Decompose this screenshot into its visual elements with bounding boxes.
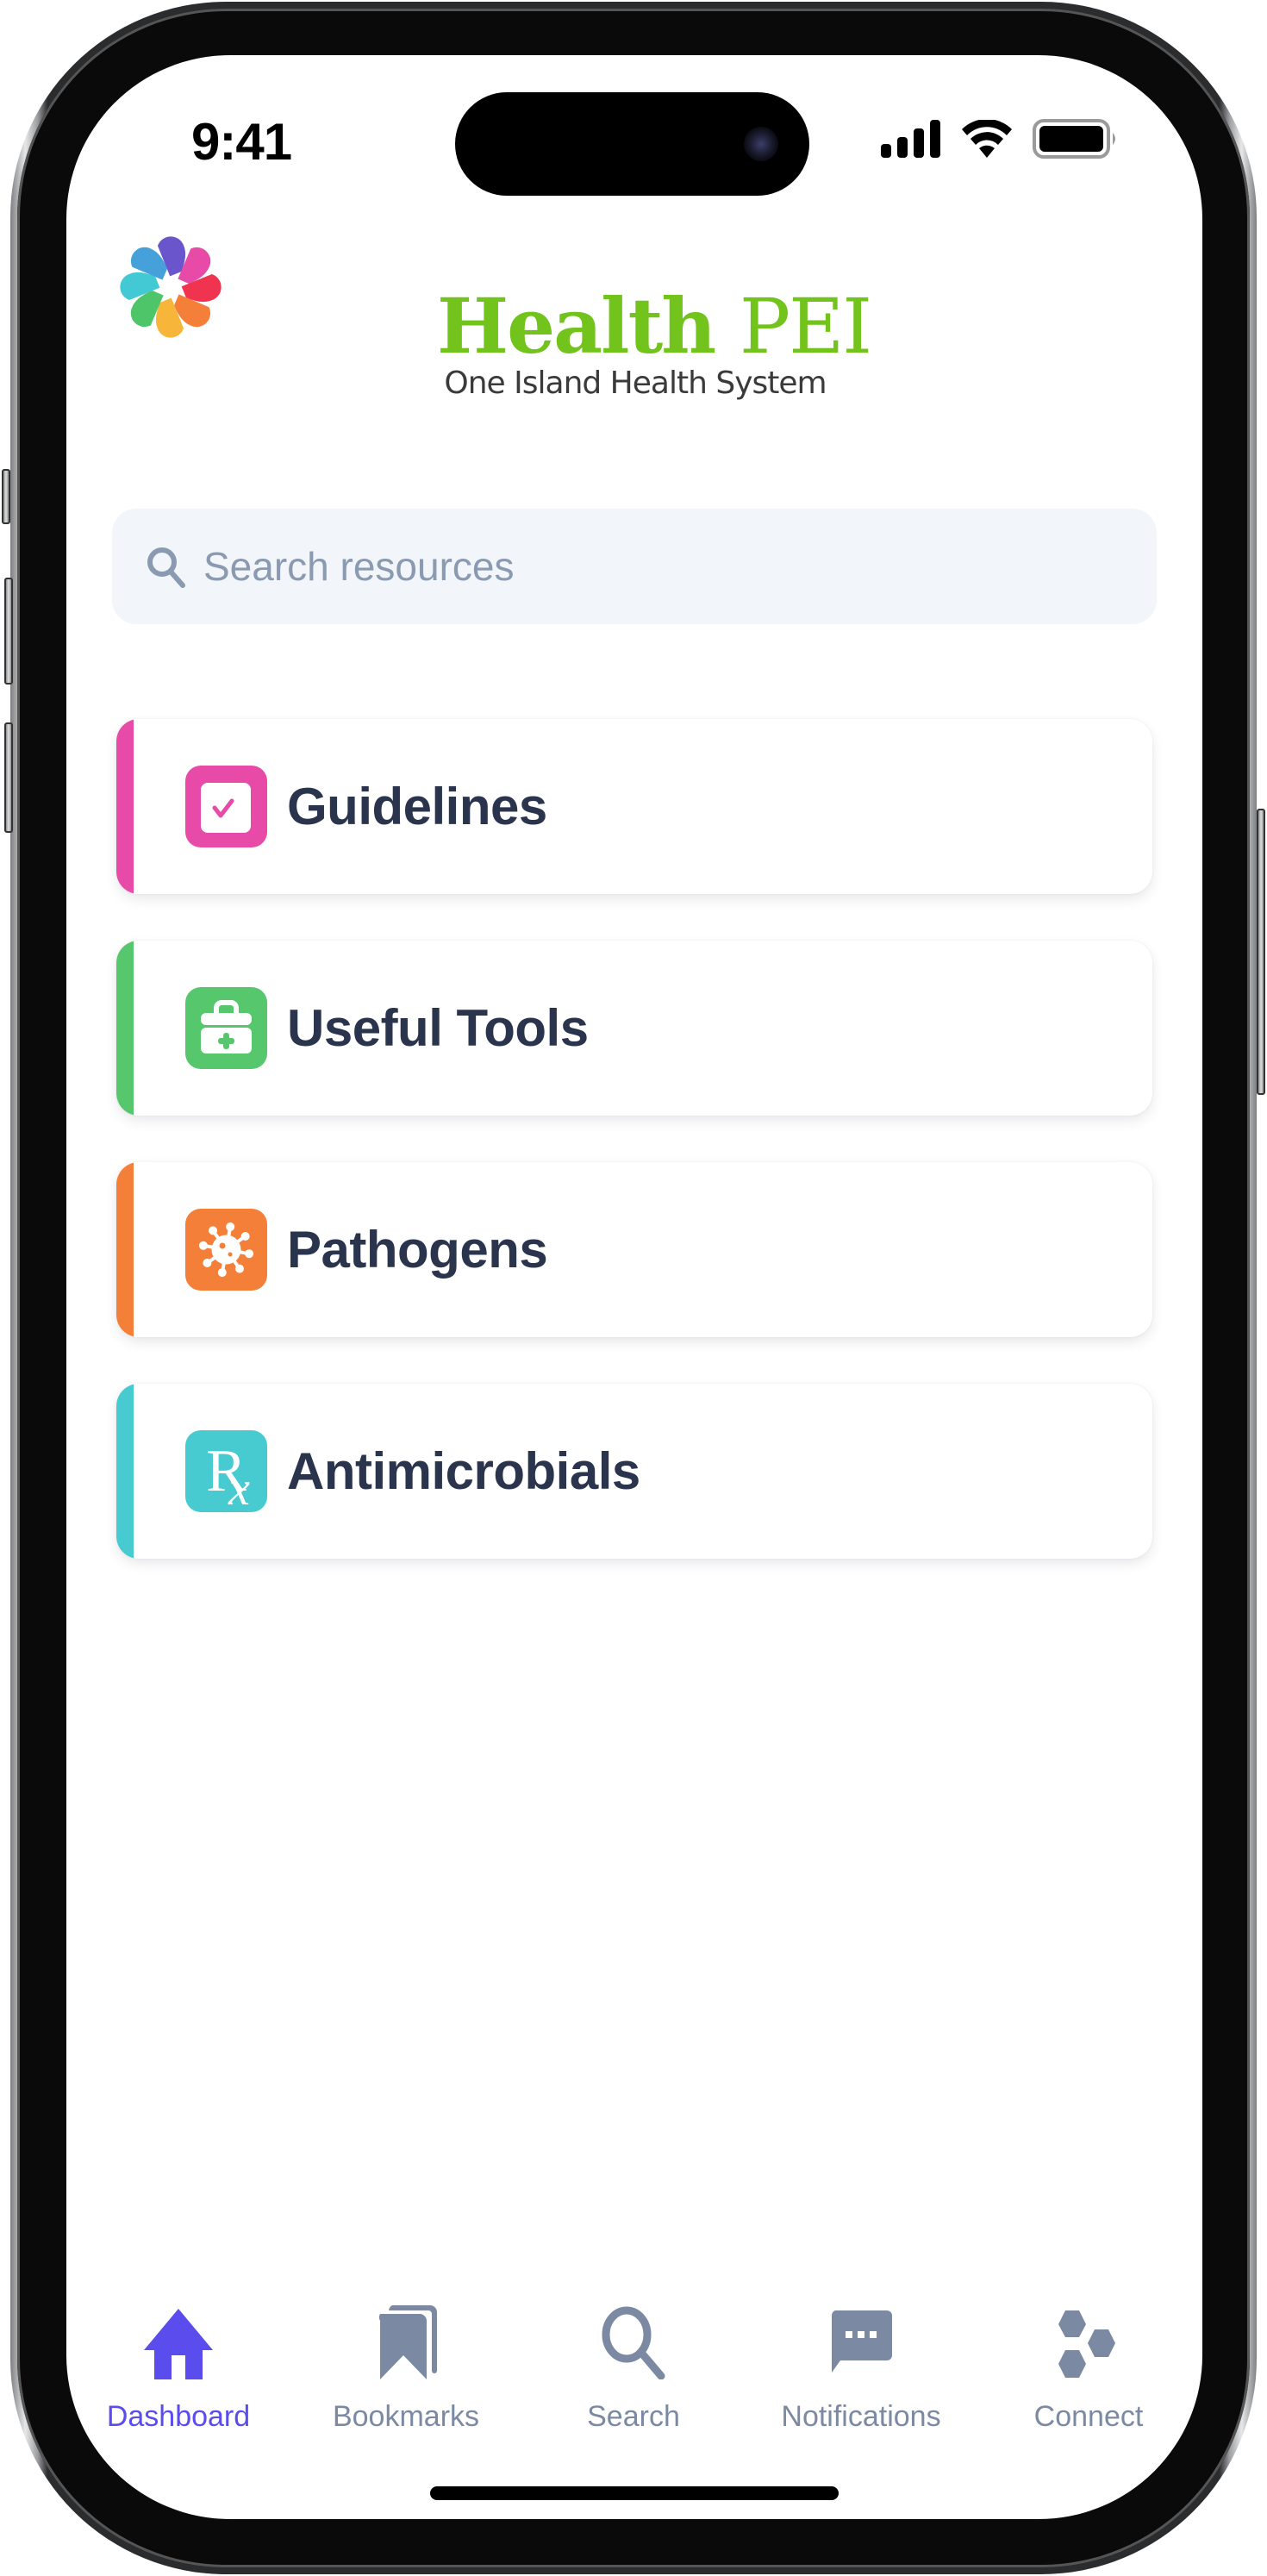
- card-accent-bar: [116, 1162, 134, 1337]
- category-card-guidelines[interactable]: Guidelines: [116, 719, 1152, 894]
- front-camera: [744, 127, 778, 161]
- wifi-icon: [962, 120, 1012, 158]
- search-input[interactable]: [203, 543, 1065, 590]
- brand-title-light: PEI: [739, 282, 872, 371]
- dynamic-island: [455, 92, 809, 196]
- category-label: Antimicrobials: [287, 1442, 640, 1500]
- home-indicator[interactable]: [430, 2486, 839, 2500]
- bottom-tab-bar: Dashboard Bookmarks Search Notifications…: [66, 2305, 1202, 2443]
- chat-bubble-icon: [831, 2310, 892, 2373]
- brand-subtitle: One Island Health System: [444, 366, 827, 401]
- tab-notifications[interactable]: Notifications: [766, 2305, 956, 2443]
- app-screen: 9:41 Health PEI One Island Health System…: [66, 55, 1202, 2519]
- tab-label: Search: [587, 2400, 680, 2433]
- card-accent-bar: [116, 1384, 134, 1559]
- search-bar[interactable]: [112, 509, 1157, 624]
- category-label: Guidelines: [287, 778, 547, 835]
- home-icon: [144, 2309, 213, 2379]
- tab-search[interactable]: Search: [539, 2305, 728, 2443]
- card-accent-bar: [116, 941, 134, 1116]
- medical-kit-icon: [185, 987, 267, 1069]
- category-card-pathogens[interactable]: Pathogens: [116, 1162, 1152, 1337]
- brand-logo: Health PEI One Island Health System: [437, 281, 872, 403]
- category-card-useful-tools[interactable]: Useful Tools: [116, 941, 1152, 1116]
- tab-dashboard[interactable]: Dashboard: [84, 2305, 273, 2443]
- health-pei-flower-logo: [120, 236, 222, 338]
- checklist-icon: [185, 766, 267, 847]
- status-icons: [881, 119, 1119, 159]
- rx-glyph: Rx: [206, 1441, 250, 1516]
- rx-x: x: [228, 1461, 250, 1516]
- tab-connect[interactable]: Connect: [994, 2305, 1183, 2443]
- volume-up-button: [4, 578, 13, 685]
- category-label: Useful Tools: [287, 999, 589, 1057]
- tab-label: Dashboard: [106, 2400, 251, 2433]
- category-label: Pathogens: [287, 1221, 548, 1279]
- brand-title-bold: Health: [437, 281, 716, 371]
- rx-prescription-icon: Rx: [185, 1430, 267, 1516]
- brand-title: Health PEI: [437, 281, 872, 371]
- tab-label: Bookmarks: [332, 2400, 480, 2433]
- category-card-antimicrobials[interactable]: Rx Antimicrobials: [116, 1384, 1152, 1559]
- status-time: 9:41: [191, 113, 292, 171]
- tab-label: Notifications: [781, 2400, 941, 2433]
- action-button: [2, 469, 10, 524]
- virus-icon: [185, 1209, 267, 1291]
- search-icon: [147, 547, 185, 588]
- search-icon: [602, 2306, 665, 2379]
- tab-bookmarks[interactable]: Bookmarks: [311, 2305, 501, 2443]
- tab-label: Connect: [1033, 2400, 1144, 2433]
- battery-full-icon: [1033, 119, 1115, 159]
- power-button: [1257, 809, 1265, 1095]
- volume-down-button: [4, 722, 13, 833]
- bookmarks-icon: [378, 2305, 437, 2379]
- cellular-signal-icon: [881, 120, 940, 158]
- card-accent-bar: [116, 719, 134, 894]
- hexagons-icon: [1058, 2310, 1115, 2378]
